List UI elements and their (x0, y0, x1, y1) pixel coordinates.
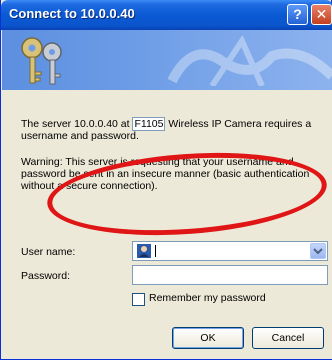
realm-name: F1105 (132, 117, 166, 131)
server-message: The server 10.0.0.40 at F1105 Wireless I… (21, 117, 321, 142)
cancel-button[interactable]: Cancel (252, 327, 324, 349)
banner (2, 30, 332, 90)
window-title: Connect to 10.0.0.40 (9, 6, 135, 21)
password-field[interactable] (132, 265, 328, 285)
user-icon (137, 244, 151, 258)
username-label: User name: (21, 246, 76, 258)
password-label: Password: (21, 270, 71, 282)
remember-label[interactable]: Remember my password (149, 292, 266, 304)
text-caret (155, 245, 156, 257)
remember-checkbox[interactable] (132, 293, 145, 306)
dialog-body: The server 10.0.0.40 at F1105 Wireless I… (2, 90, 332, 359)
title-bar[interactable]: Connect to 10.0.0.40 ? ✕ (1, 0, 332, 30)
banner-decoration (167, 36, 332, 86)
server-message-start: The server 10.0.0.40 at (21, 118, 133, 130)
connect-dialog: Connect to 10.0.0.40 ? ✕ The server 10.0… (0, 0, 332, 360)
close-button[interactable]: ✕ (311, 4, 332, 25)
dropdown-button[interactable] (310, 243, 326, 259)
username-combobox[interactable] (132, 241, 328, 261)
chevron-down-icon (313, 248, 323, 255)
security-warning: Warning: This server is requesting that … (21, 156, 310, 192)
help-button[interactable]: ? (287, 4, 308, 25)
keys-icon (21, 37, 62, 85)
ok-button[interactable]: OK (172, 327, 244, 349)
